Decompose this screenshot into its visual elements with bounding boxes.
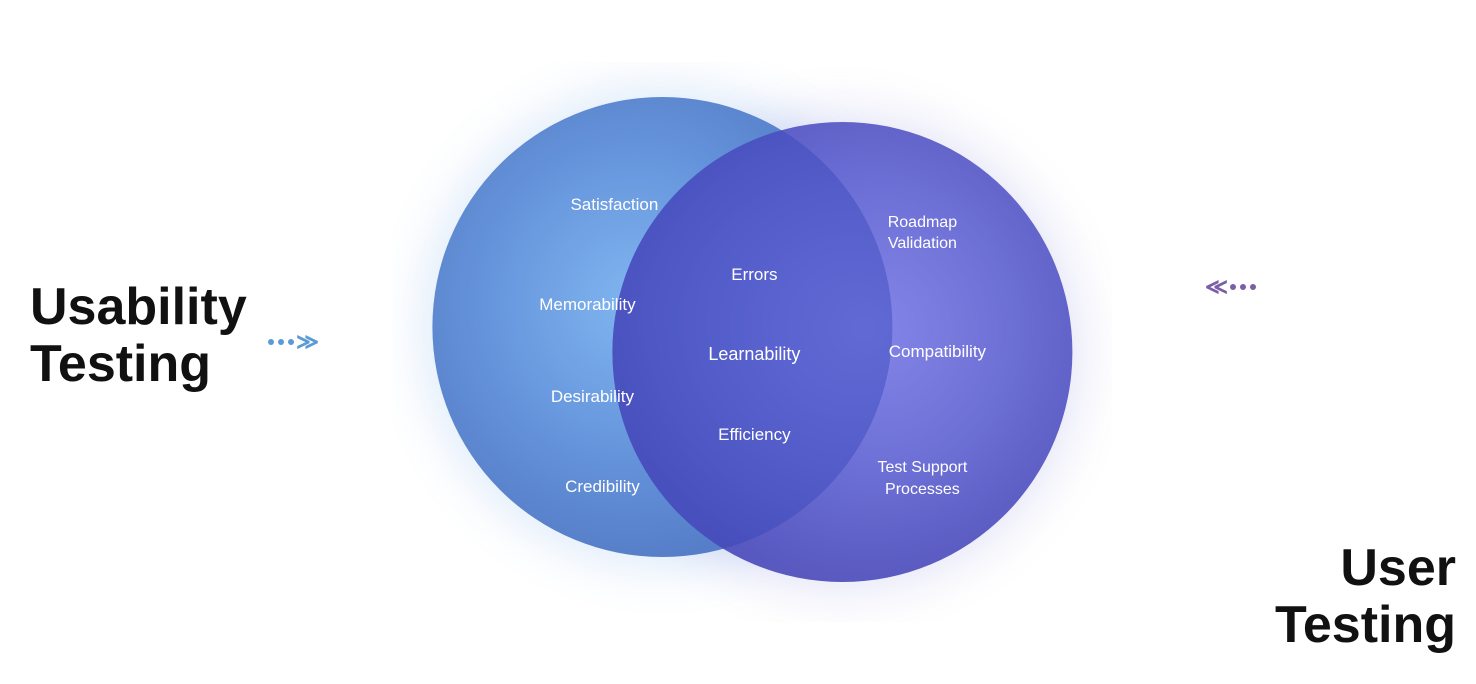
svg-text:Processes: Processes: [885, 481, 960, 498]
left-title-line2: Testing: [30, 336, 270, 393]
svg-text:Validation: Validation: [888, 235, 957, 252]
dot-3: [288, 339, 294, 345]
arrow-right-icon: ≫: [296, 329, 319, 355]
right-title-line1: User: [1236, 540, 1456, 597]
dot-purple-2: [1240, 284, 1246, 290]
right-dots: [1230, 284, 1256, 290]
svg-text:Credibility: Credibility: [565, 477, 640, 496]
svg-text:Test Support: Test Support: [877, 459, 967, 476]
right-title: User Testing: [1236, 540, 1456, 654]
svg-text:Memorability: Memorability: [539, 295, 636, 314]
page-container: Usability Testing User Testing ≫ ≪: [0, 0, 1476, 684]
venn-diagram: Satisfaction Memorability Desirability C…: [392, 62, 1112, 622]
svg-text:Compatibility: Compatibility: [889, 342, 987, 361]
left-title: Usability Testing: [30, 279, 270, 393]
left-title-line1: Usability: [30, 279, 270, 336]
dot-purple-3: [1250, 284, 1256, 290]
dot-purple-1: [1230, 284, 1236, 290]
svg-text:Efficiency: Efficiency: [718, 425, 791, 444]
arrow-left-icon: ≪: [1205, 274, 1228, 300]
svg-text:Roadmap: Roadmap: [888, 214, 957, 231]
left-dots: [268, 339, 294, 345]
dot-2: [278, 339, 284, 345]
right-arrow: ≪: [1205, 274, 1256, 300]
svg-text:Errors: Errors: [731, 265, 777, 284]
dot-1: [268, 339, 274, 345]
right-title-line2: Testing: [1236, 597, 1456, 654]
svg-text:Satisfaction: Satisfaction: [570, 195, 658, 214]
svg-text:Desirability: Desirability: [551, 387, 635, 406]
svg-text:Learnability: Learnability: [708, 344, 800, 364]
left-arrow: ≫: [268, 329, 319, 355]
